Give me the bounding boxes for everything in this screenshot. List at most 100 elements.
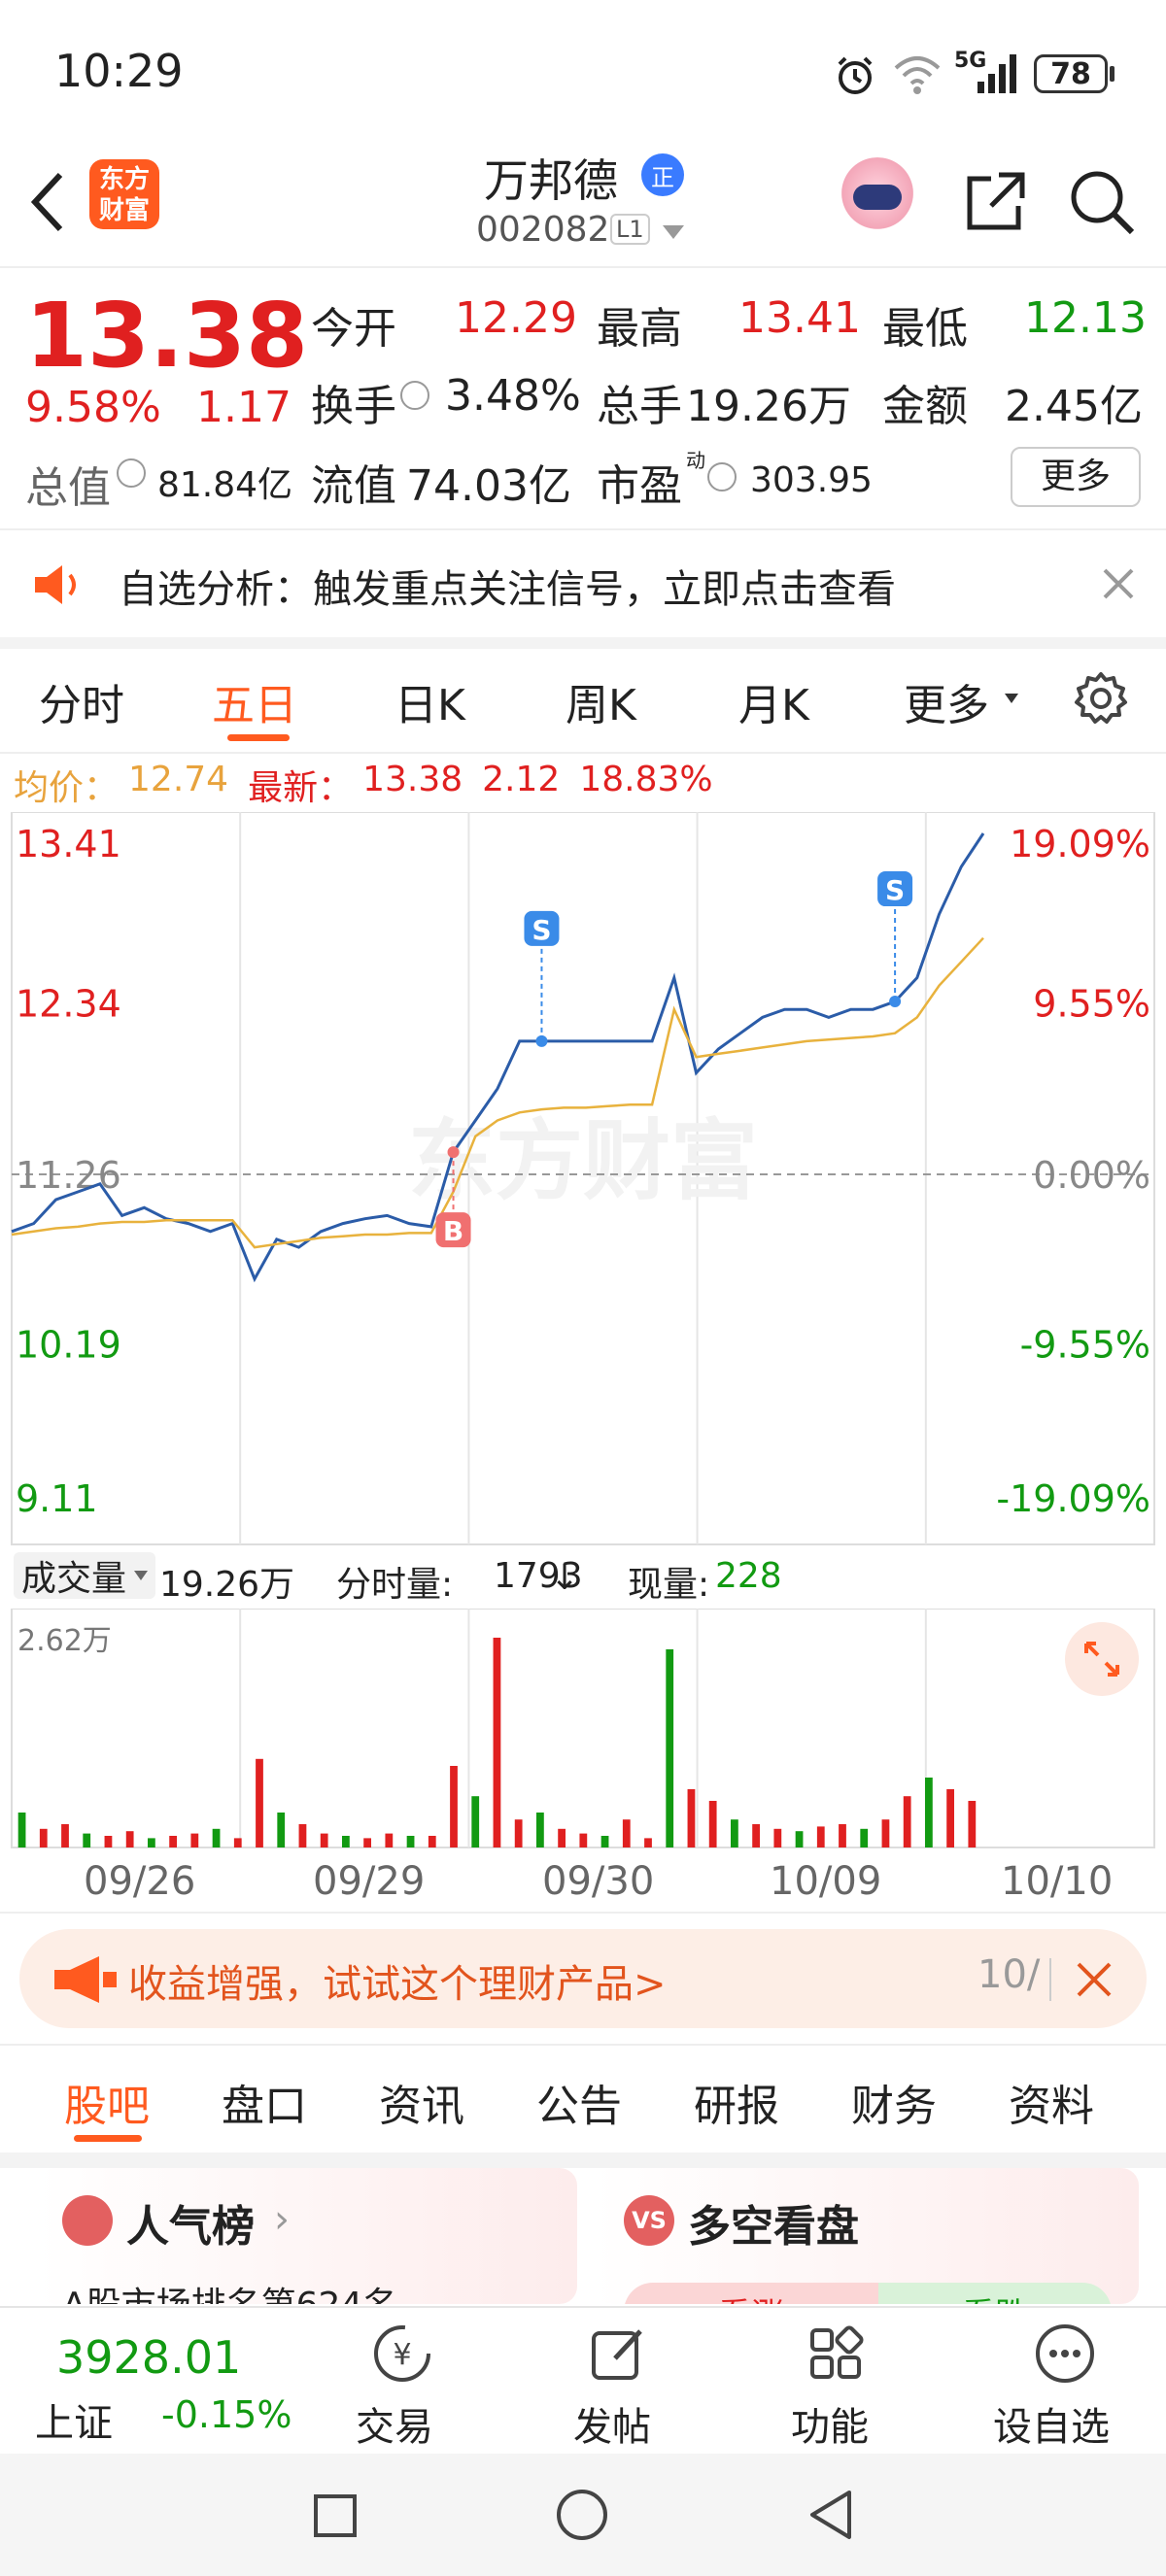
tab-research[interactable]: 研报 xyxy=(694,2071,779,2133)
tab-day-k[interactable]: 日K xyxy=(394,670,465,732)
volume-bar xyxy=(708,1801,717,1847)
tab-more[interactable]: 更多 xyxy=(904,670,989,732)
volume-frame xyxy=(11,1608,1155,1848)
y-tick-left: 12.34 xyxy=(16,983,121,1026)
low-label: 最低 xyxy=(882,304,968,354)
volume-bar xyxy=(558,1828,566,1847)
tab-week-k[interactable]: 周K xyxy=(566,670,636,732)
promo-text: 收益增强，试试这个理财产品> xyxy=(128,1962,667,2007)
volume-max-label: 2.62万 xyxy=(17,1624,112,1658)
popularity-card[interactable]: 人气榜 › A股市场排名第624名 xyxy=(37,2168,577,2304)
volume-bar xyxy=(839,1824,846,1847)
tab-intraday[interactable]: 分时 xyxy=(39,670,124,732)
low-value: 12.13 xyxy=(1024,293,1147,343)
tab-news[interactable]: 资讯 xyxy=(379,2071,464,2133)
last-price: 13.38 xyxy=(25,284,309,388)
expand-icon[interactable] xyxy=(1065,1622,1139,1696)
info-icon[interactable] xyxy=(117,458,146,488)
search-icon[interactable] xyxy=(1063,163,1141,241)
y-tick-left: 10.19 xyxy=(16,1324,121,1367)
date-tick: 09/26 xyxy=(84,1859,196,1904)
date-tick: 09/29 xyxy=(313,1859,426,1904)
tab-profile[interactable]: 资料 xyxy=(1009,2071,1094,2133)
latest-change: 2.12 xyxy=(482,760,561,799)
volume-bar xyxy=(406,1836,415,1847)
assistant-avatar[interactable] xyxy=(838,157,917,237)
nav-add-watchlist-label: 设自选 xyxy=(993,2405,1110,2450)
volume-bar xyxy=(471,1796,480,1847)
volume-bar xyxy=(795,1831,804,1847)
status-bar: 10:29 5G 78 xyxy=(0,0,1166,146)
volume-bar xyxy=(731,1819,738,1847)
svg-text:¥: ¥ xyxy=(393,2338,411,2372)
market-cap-value: 81.84亿 xyxy=(157,465,293,505)
ranking-icon xyxy=(62,2195,113,2246)
info-tabs: 股吧 盘口 资讯 公告 研报 财务 资料 xyxy=(0,2046,1166,2152)
trade-marker-label: S xyxy=(885,874,905,906)
volume-bar xyxy=(450,1766,458,1847)
header: 东方财富 万邦德 正 002082 L1 xyxy=(0,146,1166,266)
promo-banner[interactable]: 收益增强，试试这个理财产品> 10/ xyxy=(19,1929,1147,2028)
brand-logo-text: 东方财富 xyxy=(98,165,150,225)
float-cap-label: 流值 xyxy=(311,461,396,511)
volume-bar xyxy=(169,1836,177,1847)
nav-post[interactable]: 发帖 xyxy=(556,2320,682,2452)
settings-gear-icon[interactable] xyxy=(1071,668,1131,729)
volume-bar xyxy=(687,1789,696,1847)
info-icon[interactable] xyxy=(400,381,429,410)
stock-code: 002082 xyxy=(476,210,610,250)
more-dots-icon xyxy=(1028,2320,1102,2388)
volume-bar xyxy=(493,1638,501,1847)
tab-month-k[interactable]: 月K xyxy=(738,670,809,732)
brand-logo[interactable]: 东方财富 xyxy=(89,159,159,229)
volume-chart[interactable]: 2.62万 xyxy=(0,1608,1166,1851)
y-tick-right: 9.55% xyxy=(1033,983,1150,1026)
index-name: 上证 xyxy=(35,2401,113,2446)
share-icon[interactable] xyxy=(956,163,1034,241)
volume-bar xyxy=(903,1796,911,1847)
volume-bar xyxy=(385,1833,394,1847)
volume-bar xyxy=(190,1833,199,1847)
back-button[interactable] xyxy=(19,163,74,241)
index-widget[interactable]: 3928.01 上证 -0.15% xyxy=(0,2308,311,2454)
home-button[interactable] xyxy=(548,2483,616,2547)
info-icon[interactable] xyxy=(707,462,737,491)
back-nav-button[interactable] xyxy=(797,2485,865,2545)
tab-five-day[interactable]: 五日 xyxy=(212,670,297,732)
bullish-label: 看涨 xyxy=(718,2296,784,2304)
dropdown-icon[interactable] xyxy=(663,225,684,239)
float-cap-value: 74.03亿 xyxy=(406,461,571,511)
price-chart[interactable]: 东方财富 13.41 19.09% 12.34 9.55% 11.26 0.00% 10.19… xyxy=(0,811,1166,1546)
tab-order-book[interactable]: 盘口 xyxy=(222,2071,307,2133)
amount-label: 金额 xyxy=(882,382,968,431)
recent-apps-button[interactable] xyxy=(301,2487,369,2545)
bullish-pill[interactable]: 看涨 xyxy=(624,2283,878,2304)
volume-label: 成交量 xyxy=(21,1559,127,1599)
assistant-face xyxy=(853,185,902,210)
notice-bar[interactable]: 自选分析：触发重点关注信号，立即点击查看 xyxy=(0,530,1166,637)
battery-tip xyxy=(1110,66,1115,82)
tab-forum[interactable]: 股吧 xyxy=(64,2071,150,2133)
trade-marker-dot xyxy=(535,1034,548,1047)
volume-selector[interactable]: 成交量 xyxy=(14,1552,156,1599)
volume-bar xyxy=(277,1813,286,1847)
alarm-icon xyxy=(834,54,876,101)
nav-add-watchlist[interactable]: 设自选 xyxy=(981,2320,1147,2452)
caret-down-icon xyxy=(1005,694,1018,703)
nav-functions[interactable]: 功能 xyxy=(773,2320,900,2452)
volume-total: 19.26万 xyxy=(159,1565,295,1605)
close-icon[interactable] xyxy=(1069,1954,1119,2005)
avg-label: 均价： xyxy=(14,768,120,808)
level-badge: L1 xyxy=(610,214,650,245)
long-short-card[interactable]: VS 多空看盘 看涨 看跌 xyxy=(595,2168,1139,2304)
close-icon[interactable] xyxy=(1096,561,1141,606)
tab-announcements[interactable]: 公告 xyxy=(536,2071,622,2133)
volume-bar xyxy=(666,1649,674,1847)
bearish-pill[interactable]: 看跌 xyxy=(878,2283,1112,2304)
more-button[interactable]: 更多 xyxy=(1011,447,1141,507)
volume-bar xyxy=(298,1824,307,1847)
amount-value: 2.45亿 xyxy=(1005,382,1143,431)
tab-financials[interactable]: 财务 xyxy=(851,2071,937,2133)
system-nav-bar xyxy=(0,2454,1166,2576)
nav-trade[interactable]: ¥ 交易 xyxy=(338,2320,464,2452)
